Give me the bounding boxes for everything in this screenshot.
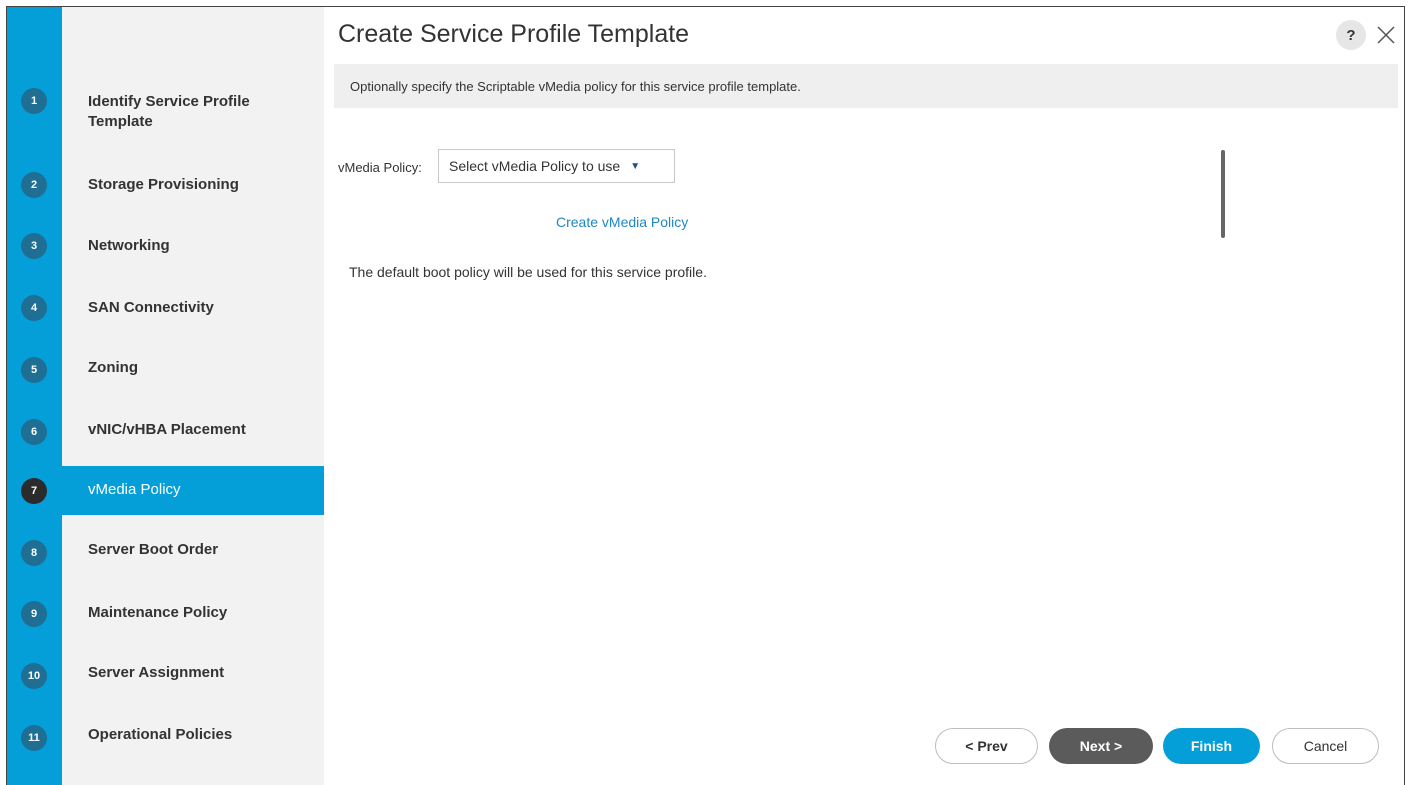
description-text: Optionally specify the Scriptable vMedia… [350,79,801,94]
step-zoning[interactable]: Zoning [62,350,324,390]
scrollbar-thumb[interactable] [1221,150,1225,238]
step-label: Operational Policies [88,726,233,743]
create-vmedia-policy-link[interactable]: Create vMedia Policy [556,214,688,230]
step-label: Identify Service Profile Template [88,93,250,130]
close-icon[interactable] [1373,20,1399,50]
step-vmedia-policy[interactable]: vMedia Policy [62,466,324,515]
step-number-5: 5 [21,357,47,383]
step-number-11: 11 [21,725,47,751]
step-number-2: 2 [21,172,47,198]
step-networking[interactable]: Networking [62,226,324,266]
step-label: Maintenance Policy [88,604,228,621]
step-label: vNIC/vHBA Placement [88,421,246,438]
step-operational-policies[interactable]: Operational Policies [62,718,324,758]
step-label: Server Boot Order [88,541,219,558]
step-label: Zoning [88,359,138,376]
step-number-1: 1 [21,88,47,114]
step-label: Networking [88,237,170,254]
step-number-9: 9 [21,601,47,627]
vmedia-policy-select[interactable]: Select vMedia Policy to use ▼ [438,149,675,183]
dialog-title: Create Service Profile Template [338,20,690,48]
step-label: Server Assignment [88,664,225,681]
close-x-glyph [1377,26,1395,44]
vmedia-policy-select-value: Select vMedia Policy to use [449,158,621,174]
next-button[interactable]: Next > [1049,728,1153,764]
step-label: Storage Provisioning [88,176,239,193]
default-boot-policy-text: The default boot policy will be used for… [349,264,707,280]
step-vnic-vhba-placement[interactable]: vNIC/vHBA Placement [62,412,324,452]
vmedia-policy-label: vMedia Policy: [338,160,422,175]
step-san-connectivity[interactable]: SAN Connectivity [62,288,324,328]
step-identify-service-profile-template[interactable]: Identify Service Profile Template [62,80,324,140]
caret-down-icon: ▼ [630,160,641,172]
step-server-boot-order[interactable]: Server Boot Order [62,533,324,573]
step-storage-provisioning[interactable]: Storage Provisioning [62,165,324,205]
prev-button[interactable]: < Prev [935,728,1038,764]
finish-button[interactable]: Finish [1163,728,1260,764]
help-icon[interactable]: ? [1336,20,1366,50]
step-number-4: 4 [21,295,47,321]
step-number-3: 3 [21,233,47,259]
step-label: vMedia Policy [88,481,181,498]
description-banner: Optionally specify the Scriptable vMedia… [334,64,1398,108]
step-server-assignment[interactable]: Server Assignment [62,656,324,696]
step-number-10: 10 [21,663,47,689]
step-number-7: 7 [21,478,47,504]
step-number-8: 8 [21,540,47,566]
cancel-button[interactable]: Cancel [1272,728,1379,764]
step-number-6: 6 [21,419,47,445]
step-label: SAN Connectivity [88,299,214,316]
step-maintenance-policy[interactable]: Maintenance Policy [62,594,324,634]
